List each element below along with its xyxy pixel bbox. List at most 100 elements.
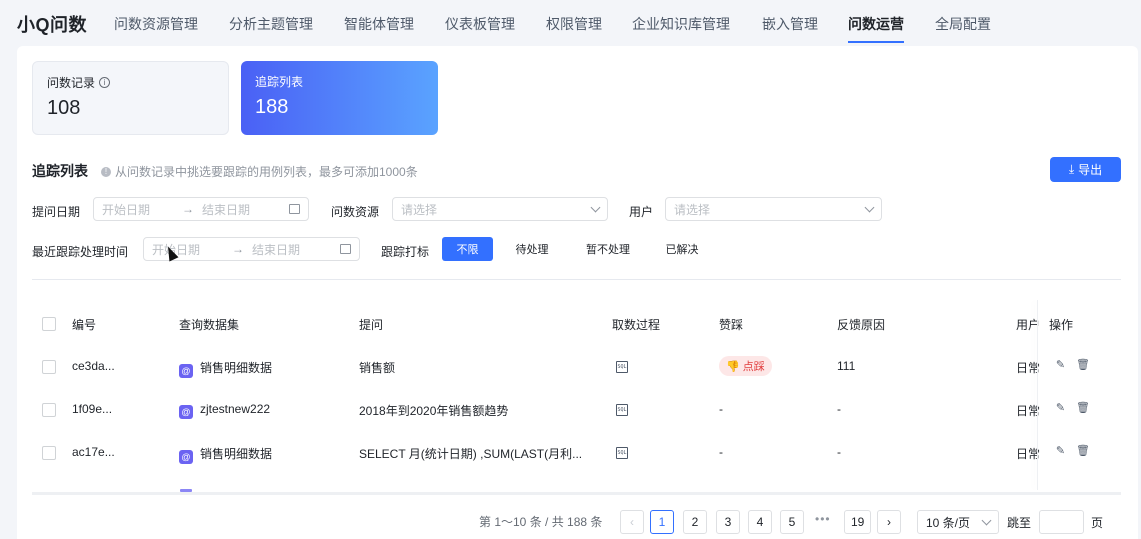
main-card: 问数记录 i 108 追踪列表 188 追踪列表 ! 从问数记录中挑选要跟踪的用例…	[17, 46, 1138, 539]
prev-page-button[interactable]: ‹	[620, 510, 644, 534]
stat-card-tracking[interactable]: 追踪列表 188	[241, 61, 438, 135]
dataset-icon: @	[179, 450, 193, 464]
delete-icon[interactable]: 🗑	[1076, 403, 1090, 414]
dataset-name: 销售明细数据	[200, 447, 273, 461]
page-button-last[interactable]: 19	[844, 510, 872, 534]
cell-question: 2018年到2020年销售额趋势	[359, 404, 509, 418]
cell-id: ce3da...	[72, 359, 115, 373]
page-button-2[interactable]: 2	[683, 510, 707, 534]
stat-card-records[interactable]: 问数记录 i 108	[32, 61, 229, 135]
more-pages-ellipsis[interactable]: •••	[815, 512, 831, 526]
stat-tracking-label: 追踪列表	[255, 75, 304, 89]
dataset-icon: @	[179, 405, 193, 419]
sql-icon[interactable]: SQL	[616, 447, 628, 459]
col-header-question: 提问	[359, 318, 384, 332]
section-description: ! 从问数记录中挑选要跟踪的用例列表，最多可添加1000条	[101, 163, 418, 180]
hint-icon: !	[101, 166, 111, 177]
nav-item-knowledge[interactable]: 企业知识库管理	[632, 14, 730, 34]
nav-item-embed[interactable]: 嵌入管理	[762, 14, 818, 34]
row-checkbox[interactable]	[42, 446, 56, 460]
brand-logo[interactable]: 小Q问数	[17, 11, 87, 37]
jump-label: 跳至	[1007, 516, 1032, 530]
page-size-select[interactable]: 10 条/页	[917, 510, 999, 534]
col-header-process: 取数过程	[612, 318, 661, 332]
row-checkbox[interactable]	[42, 403, 56, 417]
jump-page-input[interactable]	[1039, 510, 1084, 534]
resource-select[interactable]: 请选择	[392, 197, 608, 221]
nav-item-operation[interactable]: 问数运营	[848, 14, 904, 43]
cell-dataset: @ 销售明细数据	[179, 445, 272, 464]
horizontal-scrollbar[interactable]	[32, 492, 1121, 495]
nav-item-permission[interactable]: 权限管理	[546, 14, 602, 34]
nav-item-topic[interactable]: 分析主题管理	[229, 14, 313, 34]
cell-vote: -	[719, 445, 723, 459]
mark-option-pending[interactable]: 待处理	[505, 237, 559, 261]
arrow-right-icon: →	[182, 202, 194, 216]
dataset-icon: @	[179, 364, 193, 378]
page-button-1[interactable]: 1	[650, 510, 674, 534]
export-button[interactable]: ⤓ 导出	[1050, 157, 1121, 182]
user-select[interactable]: 请选择	[665, 197, 882, 221]
select-all-checkbox[interactable]	[42, 317, 56, 331]
cell-reason: 111	[837, 359, 856, 373]
col-header-reason: 反馈原因	[837, 318, 886, 332]
nav-item-agent[interactable]: 智能体管理	[344, 14, 414, 34]
mark-option-ignored[interactable]: 暂不处理	[575, 237, 641, 261]
mark-option-resolved[interactable]: 已解决	[655, 237, 709, 261]
calendar-icon	[289, 204, 300, 214]
edit-icon[interactable]: ✎	[1055, 446, 1066, 457]
page-button-4[interactable]: 4	[748, 510, 772, 534]
chevron-down-icon	[981, 515, 992, 525]
cell-id: 1f09e...	[72, 402, 113, 416]
dataset-name: 销售明细数据	[200, 361, 273, 375]
arrow-right-icon: →	[232, 242, 244, 256]
end-date-placeholder: 结束日期	[202, 202, 251, 217]
end-date-placeholder: 结束日期	[252, 242, 301, 257]
cell-dataset: @ zjtestnew222	[179, 402, 270, 419]
edit-icon[interactable]: ✎	[1055, 403, 1066, 414]
col-header-dataset: 查询数据集	[179, 318, 240, 332]
pagination-total: 第 1～10 条 / 共 188 条	[479, 515, 603, 529]
page-button-3[interactable]: 3	[716, 510, 740, 534]
cell-vote: -	[719, 402, 723, 416]
export-label: 导出	[1078, 163, 1103, 177]
nav-item-global-config[interactable]: 全局配置	[935, 14, 991, 34]
track-mark-label: 跟踪打标	[381, 245, 430, 259]
resource-placeholder: 请选择	[401, 202, 438, 217]
page-suffix: 页	[1091, 516, 1104, 530]
calendar-icon	[340, 244, 351, 254]
top-nav: 小Q问数 问数资源管理 分析主题管理 智能体管理 仪表板管理 权限管理 企业知识…	[0, 0, 1141, 46]
cell-dataset: @ 销售明细数据	[179, 359, 272, 378]
nav-item-resource[interactable]: 问数资源管理	[114, 14, 198, 34]
page-button-5[interactable]: 5	[780, 510, 804, 534]
page-size-value: 10 条/页	[926, 515, 971, 530]
row-checkbox[interactable]	[42, 360, 56, 374]
download-icon: ⤓	[1068, 162, 1075, 176]
info-icon[interactable]: i	[99, 77, 111, 88]
section-desc-text: 从问数记录中挑选要跟踪的用例列表，最多可添加1000条	[115, 165, 418, 179]
fixed-column-separator	[1037, 300, 1038, 490]
dataset-name: zjtestnew222	[200, 402, 271, 416]
nav-item-dashboard[interactable]: 仪表板管理	[445, 14, 515, 34]
section-title: 追踪列表	[32, 163, 88, 179]
thumbs-down-icon: 👎	[726, 360, 740, 373]
chevron-down-icon	[864, 202, 875, 212]
cell-id: ac17e...	[72, 445, 115, 459]
resource-label: 问数资源	[331, 205, 380, 219]
downvote-badge: 👎 点踩	[719, 356, 772, 376]
sql-icon[interactable]: SQL	[616, 361, 628, 373]
edit-icon[interactable]: ✎	[1055, 360, 1066, 371]
mark-option-all[interactable]: 不限	[442, 237, 493, 261]
user-label: 用户	[629, 205, 654, 219]
vote-text: 点踩	[742, 361, 765, 373]
delete-icon[interactable]: 🗑	[1076, 360, 1090, 371]
track-time-label: 最近跟踪处理时间	[32, 245, 129, 259]
sql-icon[interactable]: SQL	[616, 404, 628, 416]
ask-date-label: 提问日期	[32, 205, 81, 219]
delete-icon[interactable]: 🗑	[1076, 446, 1090, 457]
stat-records-value: 108	[47, 97, 81, 119]
next-page-button[interactable]: ›	[877, 510, 901, 534]
col-header-actions: 操作	[1049, 318, 1074, 332]
cell-reason: -	[837, 445, 841, 459]
ask-date-range[interactable]: 开始日期 → 结束日期	[93, 197, 309, 221]
